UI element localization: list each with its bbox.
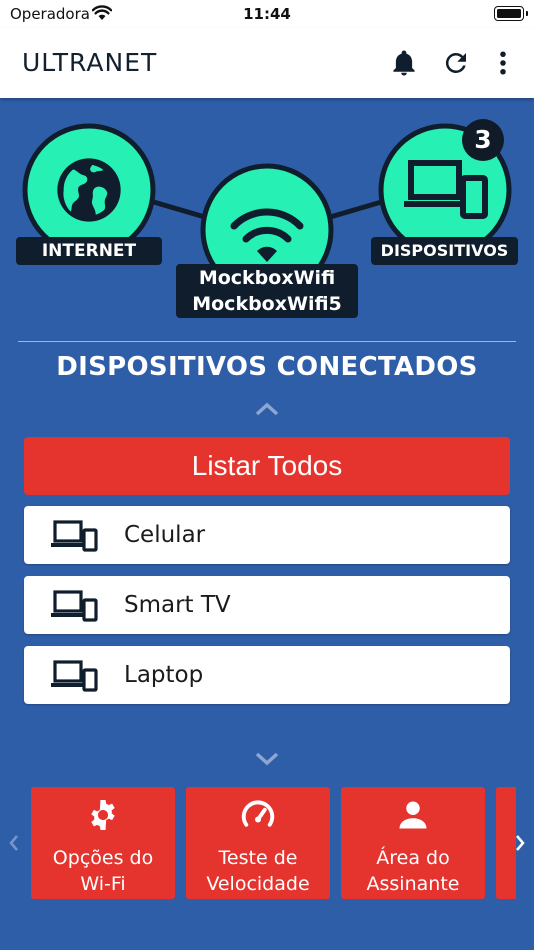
- speedometer-icon: [241, 800, 275, 827]
- device-item-smart-tv[interactable]: Smart TV: [24, 576, 510, 634]
- device-item-celular[interactable]: Celular: [24, 506, 510, 564]
- status-bar: Operadora 11:44: [0, 0, 534, 28]
- device-name: Smart TV: [124, 592, 231, 618]
- subscriber-area-card[interactable]: Área do Assinante: [341, 787, 485, 899]
- network-topology: INTERNET DISPOSITIVOS MockboxWifi Mockbo…: [0, 98, 534, 338]
- battery-icon: [494, 6, 528, 21]
- globe-icon: [57, 158, 121, 222]
- list-all-button[interactable]: Listar Todos: [24, 437, 510, 495]
- carousel-next-icon[interactable]: [514, 833, 526, 853]
- menu-card-partial[interactable]: [496, 787, 516, 899]
- gear-icon: [91, 800, 115, 830]
- card-label: Teste de Velocidade: [206, 847, 310, 895]
- wifi-ssid-5g: MockboxWifi5: [192, 293, 342, 315]
- wifi-icon: [230, 208, 304, 262]
- devices-icon: [51, 660, 98, 692]
- app-bar: ULTRANET: [0, 28, 534, 98]
- section-title: DISPOSITIVOS CONECTADOS: [56, 352, 478, 382]
- chevron-up-icon[interactable]: [254, 401, 280, 417]
- device-name: Celular: [124, 522, 206, 548]
- chevron-down-icon[interactable]: [254, 751, 280, 767]
- divider: [18, 341, 516, 342]
- carousel-prev-icon[interactable]: [8, 833, 20, 853]
- devices-icon: [404, 160, 488, 219]
- card-label: Opções do Wi-Fi: [52, 847, 154, 895]
- wifi-ssid-2g: MockboxWifi: [198, 267, 336, 289]
- device-item-laptop[interactable]: Laptop: [24, 646, 510, 704]
- devices-count-badge: 3: [462, 119, 504, 161]
- wifi-ssid-label: MockboxWifi MockboxWifi5: [176, 264, 358, 318]
- device-name: Laptop: [124, 662, 204, 688]
- more-vertical-icon[interactable]: [488, 48, 518, 78]
- card-label: Área do Assinante: [366, 847, 460, 895]
- clock: 11:44: [243, 5, 291, 23]
- bell-icon[interactable]: [389, 48, 419, 78]
- app-title: ULTRANET: [22, 48, 158, 77]
- refresh-icon[interactable]: [441, 48, 471, 78]
- devices-icon: [51, 520, 98, 552]
- wifi-options-card[interactable]: Opções do Wi-Fi: [31, 787, 175, 899]
- devices-icon: [51, 590, 98, 622]
- internet-label: INTERNET: [16, 237, 162, 265]
- speed-test-card[interactable]: Teste de Velocidade: [186, 787, 330, 899]
- devices-label: DISPOSITIVOS: [371, 237, 518, 265]
- user-icon: [399, 801, 427, 829]
